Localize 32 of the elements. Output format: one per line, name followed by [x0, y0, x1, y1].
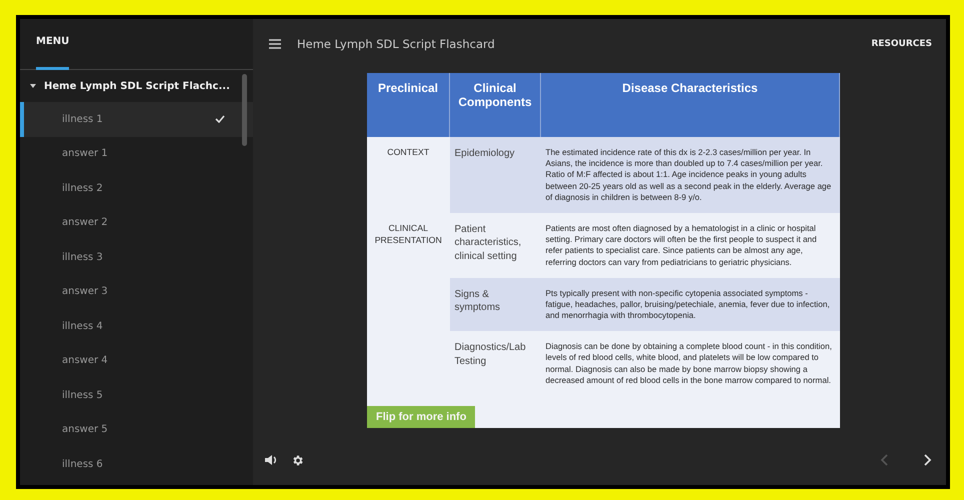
column-header: Clinical Components: [450, 73, 540, 137]
caret-icon: [30, 84, 36, 88]
menu-item[interactable]: answer 1: [20, 136, 253, 171]
table-cell: Diagnostics/Lab Testing: [450, 331, 540, 396]
menu-item[interactable]: illness 2: [20, 171, 253, 206]
table-cell: Pts typically present with non-specific cytopenia associated symptoms - fatigue, headaches, pallor, bruising/petechiale, anemia, fever due to infection, and menorrhagia with thrombocytopenia.: [540, 278, 840, 332]
menu-group-item[interactable]: Heme Lymph SDL Script Flachc...: [20, 70, 253, 102]
course-title: Heme Lymph SDL Script Flashcard: [297, 37, 496, 51]
table-cell: Patient characteristics, clinical setting: [450, 212, 540, 278]
table-cell: Signs & symptoms: [450, 278, 540, 332]
volume-icon[interactable]: [265, 454, 277, 466]
menu-item[interactable]: answer 3: [20, 274, 253, 309]
menu-item[interactable]: illness 4: [20, 309, 253, 344]
menu-item[interactable]: illness 6: [20, 447, 253, 482]
table-cell: Diagnosis can be done by obtaining a complete blood count - in this condition, levels of red blood cells, white blood, and platelets will be low compared to normal. Diagnosis can also be made by bone marrow biopsy showing a decreased amount of red blood cells in the bone marrow compared to normal.: [540, 331, 840, 396]
menu-item[interactable]: answer 2: [20, 206, 253, 240]
menu-item[interactable]: illness 5: [20, 378, 253, 412]
table-cell: Epidemiology: [450, 137, 540, 213]
next-icon[interactable]: [924, 454, 932, 466]
column-header: Disease Characteristics: [540, 73, 840, 137]
settings-icon[interactable]: [291, 454, 304, 466]
menu-tab[interactable]: MENU: [36, 36, 70, 70]
menu-item[interactable]: answer 4: [20, 344, 253, 378]
menu-icon[interactable]: [269, 39, 281, 49]
scrollbar[interactable]: [242, 74, 247, 146]
column-header: Preclinical: [367, 73, 450, 137]
resources-tab[interactable]: RESOURCES: [871, 39, 932, 49]
menu-item[interactable]: illness 3: [20, 240, 253, 274]
table-cell: The estimated incidence rate of this dx is 2-2.3 cases/million per year. In Asians, the incidence is more than doubled up to 7.4 cases/million per year. Ratio of M:F affected is about 1:1. Age incidence peaks in young adults between 20-25 years old as well as a second peak in the elderly. Average age of diagnosis in children is between 8-9 y/o.: [540, 137, 840, 213]
menu-item[interactable]: answer 5: [20, 412, 253, 447]
menu-item[interactable]: illness 1: [20, 102, 253, 136]
table-cell: Patients are most often diagnosed by a hematologist in a clinic or hospital setting. Primary care doctors will often be the first people to suspect it and refer patients to specialist care. Since patients can be almost any age, referring doctors can vary from pediatricians to geriatric physicians.: [540, 212, 840, 278]
